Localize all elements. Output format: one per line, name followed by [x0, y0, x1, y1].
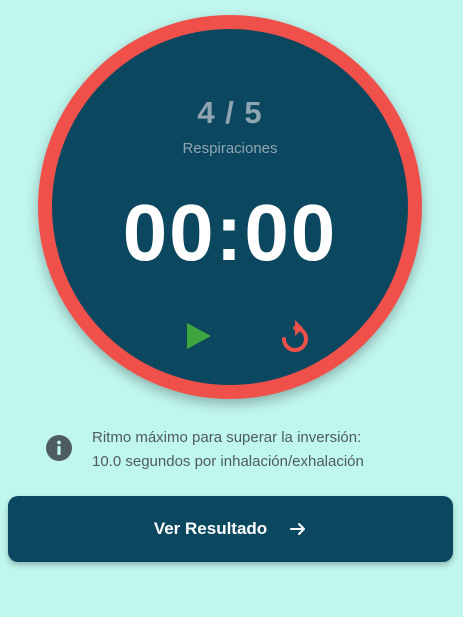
breath-count-label: Respiraciones	[182, 140, 278, 157]
play-icon[interactable]	[181, 319, 215, 353]
breath-timer-circle: 4 / 5 Respiraciones 00:00	[38, 15, 422, 399]
reset-icon[interactable]	[276, 317, 314, 355]
info-line-2: 10.0 segundos por inhalación/exhalación	[92, 453, 364, 470]
arrow-right-icon	[290, 523, 306, 535]
info-line-1: Ritmo máximo para superar la inversión:	[92, 429, 362, 446]
breath-count: 4 / 5	[197, 95, 263, 130]
info-icon	[46, 435, 72, 461]
info-text: Ritmo máximo para superar la inversión: …	[92, 426, 364, 474]
view-result-label: Ver Resultado	[153, 519, 268, 538]
info-message: Ritmo máximo para superar la inversión: …	[46, 426, 436, 474]
view-result-button[interactable]: Ver Resultado	[8, 496, 453, 562]
timer-display: 00:00	[122, 188, 338, 277]
